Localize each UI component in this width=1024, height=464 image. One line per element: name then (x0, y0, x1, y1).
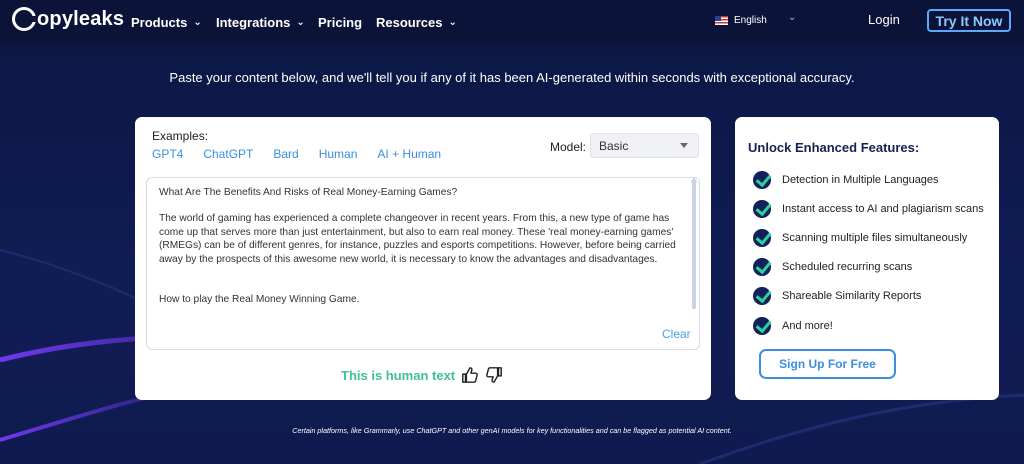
check-circle-icon (753, 287, 771, 306)
example-human[interactable]: Human (319, 147, 358, 161)
feature-item: Shareable Similarity Reports (753, 282, 993, 311)
feature-label: And more! (782, 319, 833, 332)
logo-c-icon (12, 7, 37, 31)
feature-item: Detection in Multiple Languages (753, 165, 993, 194)
nav-pricing[interactable]: Pricing (318, 0, 362, 44)
features-title: Unlock Enhanced Features: (748, 140, 920, 155)
content-textarea[interactable]: What Are The Benefits And Risks of Real … (146, 177, 700, 350)
check-circle-icon (753, 316, 771, 335)
thumbs-down-icon[interactable] (485, 366, 503, 384)
check-circle-icon (753, 170, 771, 189)
model-value: Basic (599, 138, 629, 153)
footnote-text: Certain platforms, like Grammarly, use C… (292, 426, 732, 435)
feature-item: Scheduled recurring scans (753, 253, 993, 282)
check-circle-icon (753, 199, 771, 218)
features-list: Detection in Multiple Languages Instant … (753, 165, 993, 340)
nav-integrations[interactable]: Integrations ⌄ (216, 0, 305, 44)
text-line: How to play the Real Money Winning Game. (159, 294, 360, 306)
feature-item: Scanning multiple files simultaneously (753, 223, 993, 252)
chevron-down-icon: ⌄ (448, 16, 457, 28)
examples-list: GPT4 ChatGPT Bard Human AI + Human (152, 147, 461, 161)
top-navbar: opyleaks Products ⌄ Integrations ⌄ Prici… (0, 0, 1024, 44)
clear-button[interactable]: Clear (662, 327, 691, 341)
copyleaks-logo[interactable]: opyleaks (12, 7, 124, 31)
nav-resources-label: Resources (376, 14, 443, 30)
feature-label: Scanning multiple files simultaneously (782, 231, 968, 244)
example-chatgpt[interactable]: ChatGPT (203, 147, 253, 161)
feature-label: Instant access to AI and plagiarism scan… (782, 202, 984, 215)
logo-text: opyleaks (37, 7, 125, 30)
sign-up-button[interactable]: Sign Up For Free (759, 349, 896, 379)
nav-products[interactable]: Products ⌄ (131, 0, 202, 44)
feature-label: Scheduled recurring scans (782, 261, 913, 274)
model-select[interactable]: Basic (590, 133, 699, 158)
nav-pricing-label: Pricing (318, 14, 363, 30)
enhanced-features-card: Unlock Enhanced Features: Detection in M… (735, 117, 999, 400)
chevron-down-icon: ⌄ (193, 16, 202, 28)
feature-item: And more! (753, 311, 993, 340)
ai-detector-card: Examples: GPT4 ChatGPT Bard Human AI + H… (135, 117, 711, 400)
textarea-scrollbar[interactable] (692, 179, 696, 309)
nav-integrations-label: Integrations (216, 14, 291, 30)
nav-products-label: Products (131, 14, 188, 30)
feature-label: Shareable Similarity Reports (782, 290, 922, 303)
language-selector[interactable]: English (715, 0, 767, 40)
page-headline: Paste your content below, and we'll tell… (169, 70, 855, 85)
thumbs-up-icon[interactable] (461, 366, 479, 384)
try-it-now-button[interactable]: Try It Now (927, 9, 1011, 32)
caret-down-icon (680, 143, 688, 148)
check-circle-icon (753, 258, 771, 277)
language-chevron-icon[interactable]: ⌄ (788, 12, 796, 23)
example-gpt4[interactable]: GPT4 (152, 147, 183, 161)
result-text: This is human text (341, 368, 456, 383)
feature-item: Instant access to AI and plagiarism scan… (753, 194, 993, 223)
model-label: Model: (550, 140, 587, 154)
check-circle-icon (753, 228, 771, 247)
login-link[interactable]: Login (868, 12, 900, 27)
examples-label: Examples: (152, 129, 209, 143)
us-flag-icon (715, 15, 728, 25)
feature-label: Detection in Multiple Languages (782, 173, 939, 186)
chevron-down-icon: ⌄ (296, 16, 305, 28)
nav-resources[interactable]: Resources ⌄ (376, 0, 457, 44)
text-title: What Are The Benefits And Risks of Real … (159, 187, 458, 198)
text-paragraph: The world of gaming has experienced a co… (159, 213, 676, 265)
example-ai-human[interactable]: AI + Human (377, 147, 441, 161)
example-bard[interactable]: Bard (273, 147, 298, 161)
language-label: English (734, 14, 767, 26)
